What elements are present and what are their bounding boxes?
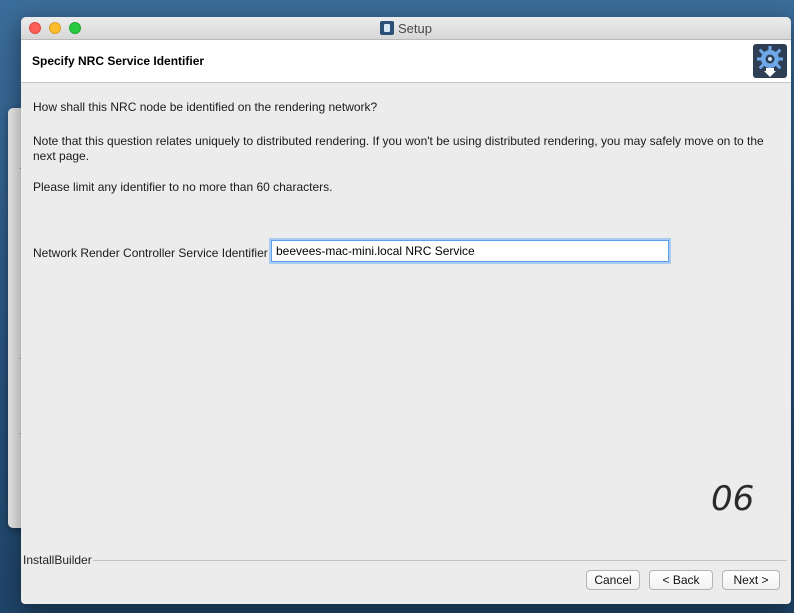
- limit-text: Please limit any identifier to no more t…: [33, 180, 333, 194]
- question-text: How shall this NRC node be identified on…: [33, 100, 378, 114]
- footer-divider: [93, 560, 787, 561]
- service-identifier-input[interactable]: [271, 240, 669, 262]
- window-title-group: Setup: [21, 17, 791, 39]
- service-identifier-label: Network Render Controller Service Identi…: [33, 246, 268, 260]
- back-button[interactable]: < Back: [649, 570, 713, 590]
- next-button[interactable]: Next >: [722, 570, 780, 590]
- window-title: Setup: [398, 20, 432, 36]
- note-text: Note that this question relates uniquely…: [33, 134, 764, 163]
- page-number: 06: [711, 479, 755, 519]
- page-title: Specify NRC Service Identifier: [32, 54, 205, 68]
- wizard-header: Specify NRC Service Identifier: [21, 40, 791, 83]
- installer-gear-icon: [753, 44, 787, 78]
- installbuilder-brand: InstallBuilder: [23, 553, 92, 567]
- cancel-button[interactable]: Cancel: [586, 570, 640, 590]
- title-bar[interactable]: Setup: [21, 17, 791, 40]
- setup-app-icon: [380, 21, 394, 35]
- setup-window: Setup Specify NRC Service Identifier How…: [21, 17, 791, 604]
